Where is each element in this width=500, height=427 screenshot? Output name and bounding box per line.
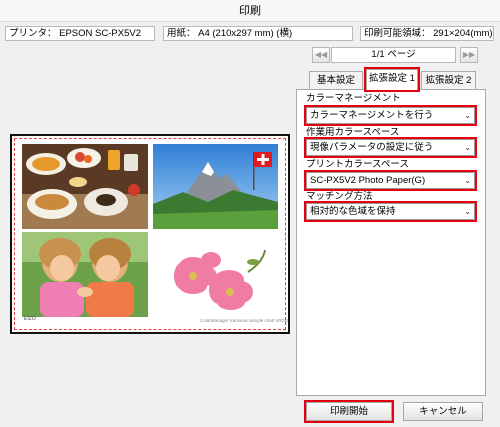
eizo-logo: EIZO xyxy=(24,316,36,322)
print-color-space-label: プリントカラースペース xyxy=(306,159,411,170)
print-color-space-select[interactable]: SC-PX5V2 Photo Paper(G) ⌄ xyxy=(304,170,477,191)
paper-info: 用紙： A4 (210x297 mm) (横) xyxy=(163,26,353,41)
print-preview: EIZO ColorManager Kansena sample chart s… xyxy=(10,134,290,334)
page-indicator: 1/1 ページ xyxy=(331,47,456,63)
preview-caption: ColorManager Kansena sample chart sRGB xyxy=(200,318,288,323)
matching-method-value: 相対的な色域を保持 xyxy=(310,206,396,217)
color-management-label: カラーマネージメント xyxy=(306,93,403,104)
flower-photo xyxy=(153,232,278,317)
print-color-space-value: SC-PX5V2 Photo Paper(G) xyxy=(310,175,426,186)
tab-basic-settings[interactable]: 基本設定 xyxy=(309,71,363,90)
mountain-photo xyxy=(153,144,278,229)
window-title: 印刷 xyxy=(0,0,500,22)
food-photo xyxy=(22,144,148,229)
chevron-down-icon: ⌄ xyxy=(464,111,471,120)
tab-extended-settings-2[interactable]: 拡張設定 2 xyxy=(421,71,476,90)
last-page-button[interactable]: ▶▶ xyxy=(460,47,478,63)
working-color-space-value: 現像パラメータの設定に従う xyxy=(310,142,434,153)
working-color-space-select[interactable]: 現像パラメータの設定に従う ⌄ xyxy=(304,137,477,158)
matching-method-label: マッチング方法 xyxy=(306,191,375,202)
tab-extended-settings-1[interactable]: 拡張設定 1 xyxy=(364,67,420,92)
color-management-value: カラーマネージメントを行う xyxy=(310,110,434,121)
first-page-button[interactable]: ◀◀ xyxy=(312,47,330,63)
printer-info: プリンタ： EPSON SC-PX5V2 xyxy=(5,26,155,41)
matching-method-select[interactable]: 相対的な色域を保持 ⌄ xyxy=(304,201,477,222)
printable-area-info: 印刷可能領域： 291×204(mm) xyxy=(360,26,494,41)
chevron-down-icon: ⌄ xyxy=(464,176,471,185)
chevron-down-icon: ⌄ xyxy=(464,207,471,216)
color-management-select[interactable]: カラーマネージメントを行う ⌄ xyxy=(304,105,477,126)
children-photo xyxy=(22,232,148,317)
print-start-button[interactable]: 印刷開始 xyxy=(304,400,394,423)
cancel-button[interactable]: キャンセル xyxy=(403,402,483,421)
chevron-down-icon: ⌄ xyxy=(464,143,471,152)
working-color-space-label: 作業用カラースペース xyxy=(306,127,402,138)
